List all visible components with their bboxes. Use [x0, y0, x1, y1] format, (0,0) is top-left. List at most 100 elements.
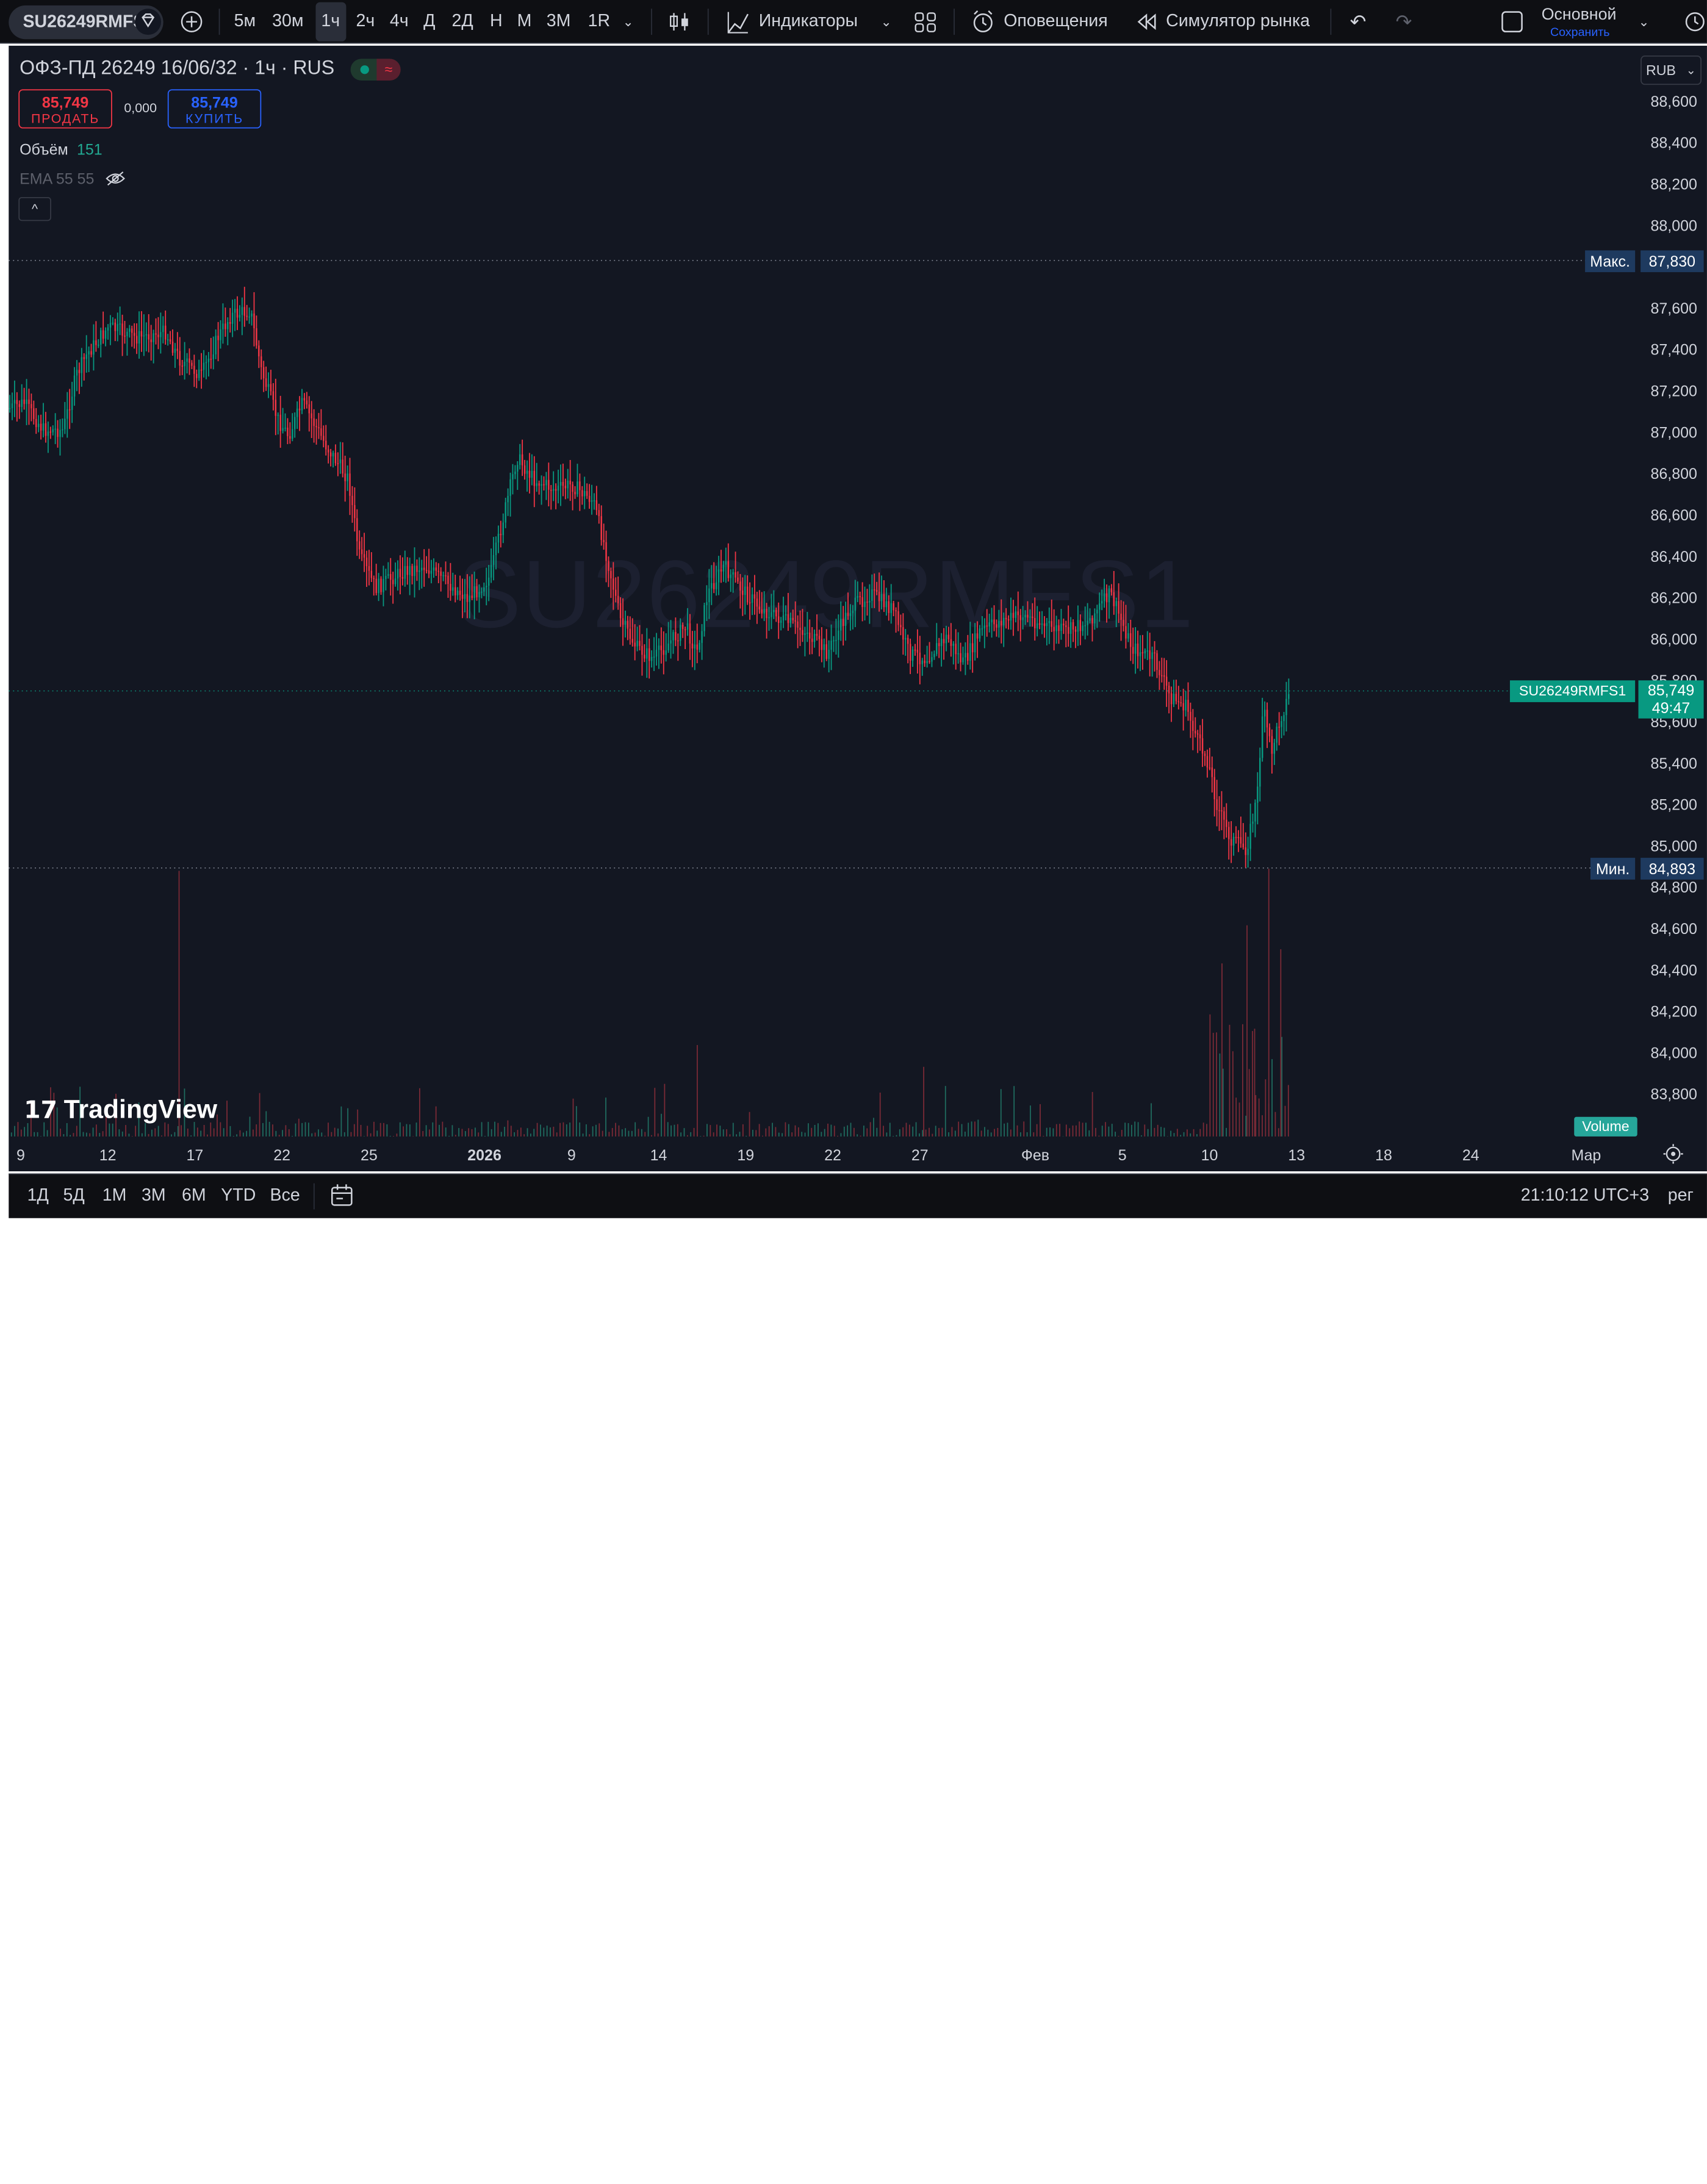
range-1m[interactable]: 1М [102, 1174, 127, 1218]
volume-bar [1164, 1128, 1165, 1137]
candle-body [1104, 594, 1105, 601]
collapse-legend-chevron-icon[interactable]: ^ [18, 197, 51, 221]
ema-legend[interactable]: EMA 55 55 [20, 170, 127, 189]
price-chart[interactable]: 88,60088,40088,20088,00087,60087,40087,2… [0, 0, 1707, 1224]
volume-bar [866, 1128, 868, 1136]
candle-body [687, 623, 688, 630]
range-all[interactable]: Все [270, 1174, 300, 1218]
candle-body [879, 592, 880, 601]
candle-body [462, 595, 463, 599]
go-to-date-calendar-icon[interactable] [330, 1174, 354, 1218]
candle-body [9, 408, 10, 409]
candle-body [433, 567, 434, 570]
candle-body [1228, 827, 1229, 839]
candle-body [1271, 736, 1273, 754]
candle-body [146, 334, 147, 336]
sell-label: ПРОДАТЬ [20, 111, 111, 126]
candle-body [1073, 622, 1074, 630]
volume-bar [11, 1132, 12, 1137]
candle-body [1113, 592, 1115, 606]
candle-body [541, 484, 542, 486]
volume-bar [674, 1125, 675, 1137]
timezone-clock[interactable]: 21:10:12 UTC+3 [1521, 1174, 1649, 1218]
candle-body [440, 572, 441, 576]
volume-bar [583, 1133, 584, 1137]
candle-body [438, 571, 439, 572]
candle-body [261, 356, 262, 367]
candle-body [1168, 686, 1170, 694]
range-5d[interactable]: 5Д [63, 1174, 84, 1218]
candle-body [689, 623, 691, 644]
volume-bar [497, 1123, 498, 1137]
candle-body [311, 414, 312, 418]
candle-body [157, 335, 159, 337]
candle-body [217, 336, 218, 340]
volume-bar [275, 1131, 276, 1137]
volume-bar [991, 1132, 992, 1137]
volume-bar [658, 1133, 659, 1137]
volume-bar [883, 1126, 884, 1137]
volume-bar [857, 1134, 858, 1137]
candle-body [871, 589, 872, 601]
volume-bar [765, 1129, 766, 1137]
range-ytd[interactable]: YTD [221, 1174, 256, 1218]
volume-bar [648, 1117, 649, 1137]
candle-body [279, 415, 281, 431]
buy-button[interactable]: 85,749 КУПИТЬ [168, 89, 261, 128]
candle-body [653, 656, 655, 658]
range-3m[interactable]: 3М [142, 1174, 166, 1218]
candle-body [481, 592, 482, 593]
volume-bar [818, 1123, 819, 1137]
currency-selector[interactable]: RUB⌄ [1641, 56, 1702, 85]
chart-settings-gear-icon[interactable] [1662, 1132, 1684, 1176]
volume-bar [236, 1134, 237, 1137]
tradingview-logo-text: TradingView [64, 1095, 217, 1124]
price-axis-tick: 86,000 [1651, 631, 1697, 648]
candle-body [797, 622, 798, 628]
tradingview-logo[interactable]: 17TradingView [24, 1095, 217, 1126]
volume-bar [1232, 1051, 1234, 1137]
candle-body [613, 578, 614, 589]
sell-button[interactable]: 85,749 ПРОДАТЬ [18, 89, 112, 128]
volume-bar [661, 1114, 662, 1137]
session-adjustment[interactable]: рег [1668, 1174, 1694, 1218]
candle-body [208, 359, 209, 362]
volume-bar [782, 1133, 783, 1136]
volume-bar [514, 1132, 515, 1137]
candle-body [711, 583, 712, 589]
volume-bar [1285, 1106, 1286, 1137]
candle-body [900, 625, 901, 627]
data-delay-icon[interactable]: ≈ [376, 59, 400, 81]
candle-body [608, 561, 609, 571]
volume-bar [1262, 1115, 1263, 1137]
candle-body [450, 584, 451, 591]
range-6m[interactable]: 6М [182, 1174, 206, 1218]
candle-body [1003, 618, 1004, 625]
candle-body [737, 578, 738, 582]
range-1d[interactable]: 1Д [27, 1174, 49, 1218]
volume-bar [736, 1134, 737, 1137]
volume-bar [1109, 1127, 1110, 1137]
volume-bar [89, 1133, 90, 1137]
hidden-eye-icon[interactable] [105, 171, 127, 189]
volume-legend[interactable]: Объём151 [20, 140, 102, 158]
candle-body [742, 591, 743, 595]
price-axis-tick: 86,800 [1651, 465, 1697, 483]
chart-legend-title[interactable]: ОФЗ-ПД 26249 16/06/32 · 1ч · RUS [20, 57, 334, 79]
volume-bar [769, 1126, 770, 1137]
candle-body [380, 579, 381, 592]
candle-body [514, 472, 516, 474]
candle-body [756, 598, 758, 606]
candle-body [1115, 601, 1116, 606]
candle-body [232, 313, 233, 324]
candle-body [897, 611, 899, 625]
candle-body [1060, 623, 1062, 631]
candle-body [313, 418, 314, 426]
candle-body [1018, 611, 1019, 615]
candle-body [153, 333, 154, 342]
volume-bar [742, 1124, 744, 1137]
volume-bar [667, 1122, 669, 1137]
volume-bar [102, 1131, 104, 1137]
candle-body [553, 489, 554, 491]
volume-bar [968, 1123, 969, 1137]
